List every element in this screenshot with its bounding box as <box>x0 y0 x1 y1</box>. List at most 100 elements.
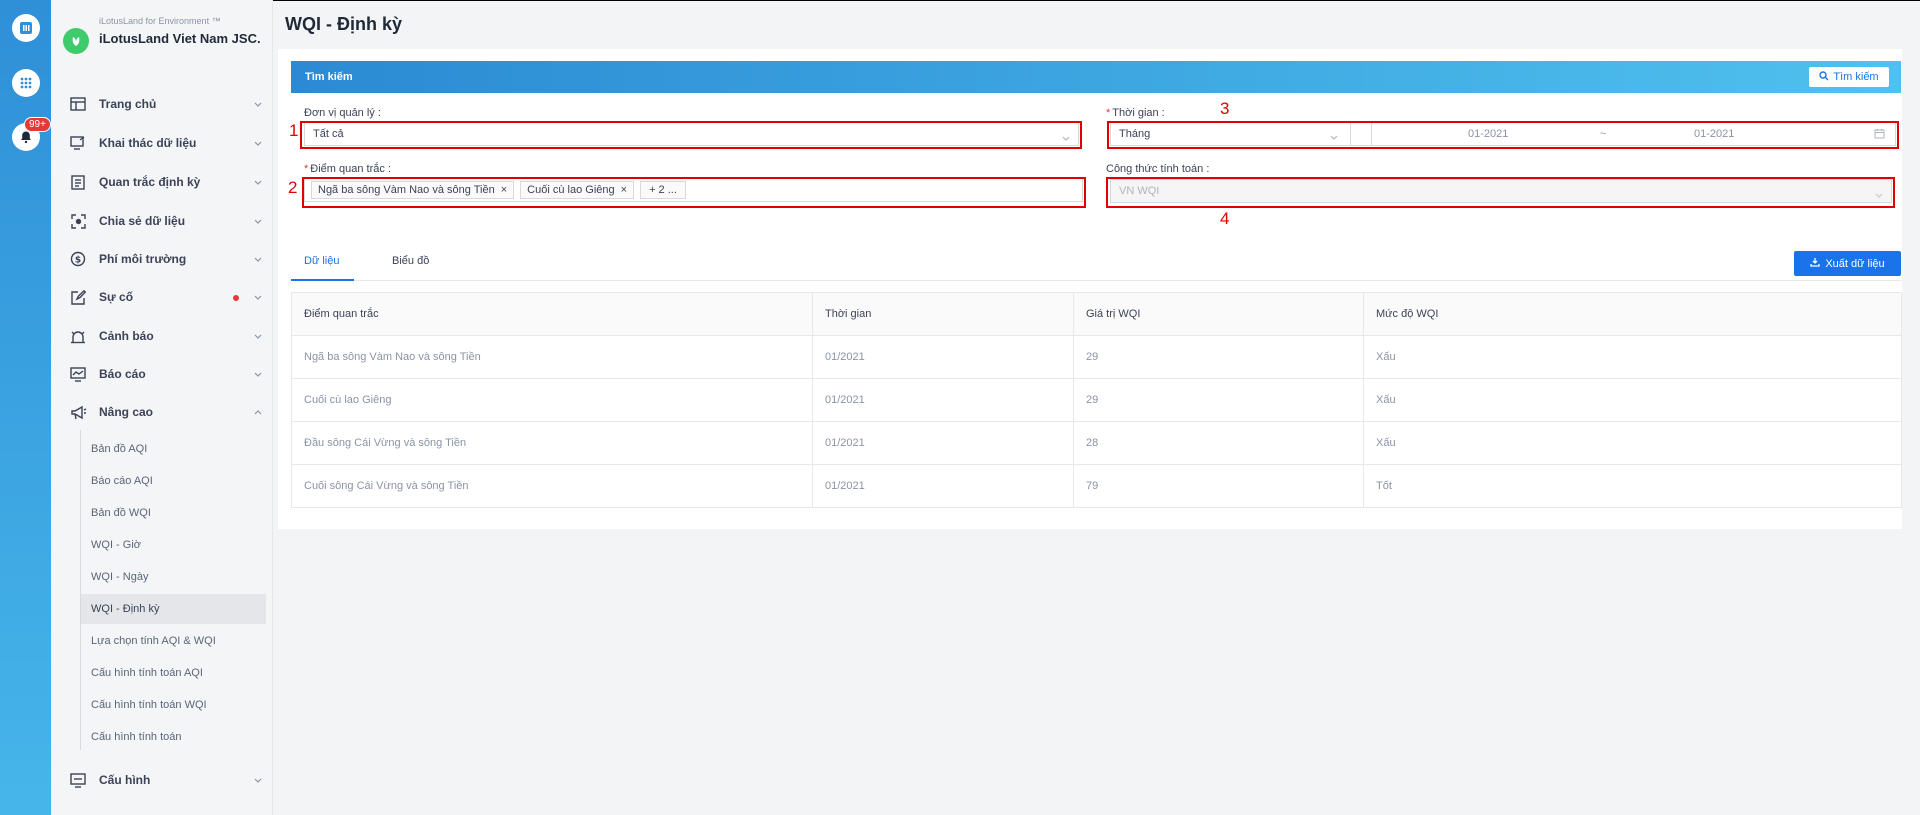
brand[interactable]: iLotusLand for Environment ™ iLotusLand … <box>63 14 268 68</box>
download-icon <box>1810 257 1820 270</box>
annotation-number-3: 3 <box>1220 99 1230 118</box>
lotus-logo-icon <box>63 28 89 54</box>
submenu-item[interactable]: Bản đồ AQI <box>81 434 266 464</box>
annotation-box-1 <box>300 121 1082 149</box>
chevron-down-icon <box>251 97 265 111</box>
column-header-time[interactable]: Thời gian <box>812 292 1074 336</box>
cell-time: 01/2021 <box>812 421 1074 465</box>
monitor-edit-icon <box>69 134 87 152</box>
sidebar-item-environment-fee[interactable]: $ Phí môi trường <box>69 247 265 271</box>
sidebar-item-warning[interactable]: Cảnh báo <box>69 324 265 348</box>
cell-wqi-level: Xấu <box>1363 421 1902 465</box>
table-row[interactable]: Cuối sông Cái Vừng và sông Tiền 01/2021 … <box>291 464 1902 508</box>
active-tab-indicator <box>291 279 354 281</box>
sidebar-item-home[interactable]: Trang chủ <box>69 92 265 116</box>
cell-wqi-value: 79 <box>1073 464 1364 508</box>
submenu-item[interactable]: Cấu hình tính toán <box>81 722 266 752</box>
sidebar-item-data-mining[interactable]: Khai thác dữ liệu <box>69 131 265 155</box>
annotation-number-4: 4 <box>1220 209 1230 228</box>
report-monitor-icon <box>69 365 87 383</box>
sidebar: iLotusLand for Environment ™ iLotusLand … <box>51 0 273 815</box>
annotation-box-4 <box>1106 177 1895 208</box>
cell-wqi-value: 28 <box>1073 421 1364 465</box>
submenu-item[interactable]: Cấu hình tính toán AQI <box>81 658 266 688</box>
dollar-circle-icon: $ <box>69 250 87 268</box>
column-header-wqi-value[interactable]: Giá trị WQI <box>1073 292 1364 336</box>
search-card: Tìm kiếm Tìm kiếm Đơn vị quản lý : Tất c… <box>278 49 1902 529</box>
monitoring-point-label: * Điểm quan trắc : <box>304 163 391 175</box>
submenu-item-active[interactable]: WQI - Định kỳ <box>81 594 266 624</box>
annotation-box-2 <box>302 177 1086 208</box>
annotation-box-3 <box>1107 121 1899 149</box>
chevron-down-icon <box>251 329 265 343</box>
chevron-up-icon <box>251 405 265 419</box>
sidebar-item-label: Cấu hình <box>99 773 151 787</box>
app-rail: 99+ <box>0 0 51 815</box>
sidebar-item-label: Báo cáo <box>99 367 146 381</box>
sidebar-item-periodic-monitoring[interactable]: Quan trắc định kỳ <box>69 170 265 194</box>
cell-monitoring-point: Đầu sông Cái Vừng và sông Tiền <box>291 421 813 465</box>
column-header-wqi-level[interactable]: Mức độ WQI <box>1363 292 1902 336</box>
annotation-number-2: 2 <box>288 178 298 197</box>
sidebar-item-configuration[interactable]: Cấu hình <box>69 768 265 792</box>
sidebar-item-report[interactable]: Báo cáo <box>69 362 265 386</box>
sidebar-item-incident[interactable]: Sự cố <box>69 285 265 309</box>
document-list-icon <box>69 173 87 191</box>
search-header: Tìm kiếm Tìm kiếm <box>291 61 1901 93</box>
submenu-item[interactable]: WQI - Ngày <box>81 562 266 592</box>
app-logo-icon[interactable] <box>12 14 40 42</box>
formula-label: Công thức tính toán : <box>1106 163 1210 175</box>
search-header-title: Tìm kiếm <box>305 71 353 83</box>
cell-wqi-value: 29 <box>1073 335 1364 379</box>
brand-tagline: iLotusLand for Environment ™ <box>99 16 221 26</box>
sidebar-item-data-sharing[interactable]: Chia sẻ dữ liệu <box>69 209 265 233</box>
annotation-number-1: 1 <box>289 121 299 140</box>
sidebar-item-label: Chia sẻ dữ liệu <box>99 214 186 228</box>
search-button[interactable]: Tìm kiếm <box>1809 67 1889 87</box>
submenu-item[interactable]: Báo cáo AQI <box>81 466 266 496</box>
chevron-down-icon <box>251 136 265 150</box>
unit-label: Đơn vị quản lý : <box>304 107 381 119</box>
svg-text:$: $ <box>75 256 81 266</box>
cell-monitoring-point: Ngã ba sông Vàm Nao và sông Tiền <box>291 335 813 379</box>
chevron-down-icon <box>251 175 265 189</box>
home-layout-icon <box>69 95 87 113</box>
share-focus-icon <box>69 212 87 230</box>
notification-count-badge: 99+ <box>24 117 51 132</box>
cell-wqi-level: Tốt <box>1363 464 1902 508</box>
apps-grid-icon[interactable] <box>12 69 40 97</box>
sidebar-item-label: Trang chủ <box>99 97 157 111</box>
submenu-item[interactable]: Lựa chọn tính AQI & WQI <box>81 626 266 656</box>
cell-time: 01/2021 <box>812 378 1074 422</box>
table-row[interactable]: Ngã ba sông Vàm Nao và sông Tiền 01/2021… <box>291 335 1902 379</box>
cell-wqi-level: Xấu <box>1363 378 1902 422</box>
time-label: * Thời gian : <box>1106 107 1165 119</box>
incident-alert-dot <box>233 295 239 301</box>
sidebar-item-label: Phí môi trường <box>99 252 187 266</box>
sidebar-item-label: Sự cố <box>99 290 134 304</box>
export-data-button[interactable]: Xuất dữ liệu <box>1794 251 1901 276</box>
cell-monitoring-point: Cuối cù lao Giêng <box>291 378 813 422</box>
column-header-monitoring-point[interactable]: Điểm quan trắc <box>291 292 813 336</box>
export-button-label: Xuất dữ liệu <box>1825 257 1885 270</box>
table-row[interactable]: Cuối cù lao Giêng 01/2021 29 Xấu <box>291 378 1902 422</box>
alarm-icon <box>69 327 87 345</box>
edit-square-icon <box>69 288 87 306</box>
submenu-item[interactable]: Bản đồ WQI <box>81 498 266 528</box>
tabs-divider <box>291 280 1901 281</box>
sidebar-item-label: Quan trắc định kỳ <box>99 175 201 189</box>
chevron-down-icon <box>251 252 265 266</box>
tab-chart[interactable]: Biểu đồ <box>392 255 429 267</box>
submenu-item[interactable]: Cấu hình tính toán WQI <box>81 690 266 720</box>
chevron-down-icon <box>251 290 265 304</box>
tab-data[interactable]: Dữ liệu <box>304 255 340 267</box>
submenu-item[interactable]: WQI - Giờ <box>81 530 266 560</box>
cell-time: 01/2021 <box>812 335 1074 379</box>
sidebar-item-label: Khai thác dữ liệu <box>99 136 197 150</box>
sidebar-item-label: Cảnh báo <box>99 329 154 343</box>
table-header-row: Điểm quan trắc Thời gian Giá trị WQI Mức… <box>291 292 1902 336</box>
wqi-results-table: Điểm quan trắc Thời gian Giá trị WQI Mức… <box>291 292 1902 508</box>
table-row[interactable]: Đầu sông Cái Vừng và sông Tiền 01/2021 2… <box>291 421 1902 465</box>
sidebar-item-advanced[interactable]: Nâng cao <box>69 400 265 424</box>
cell-wqi-level: Xấu <box>1363 335 1902 379</box>
